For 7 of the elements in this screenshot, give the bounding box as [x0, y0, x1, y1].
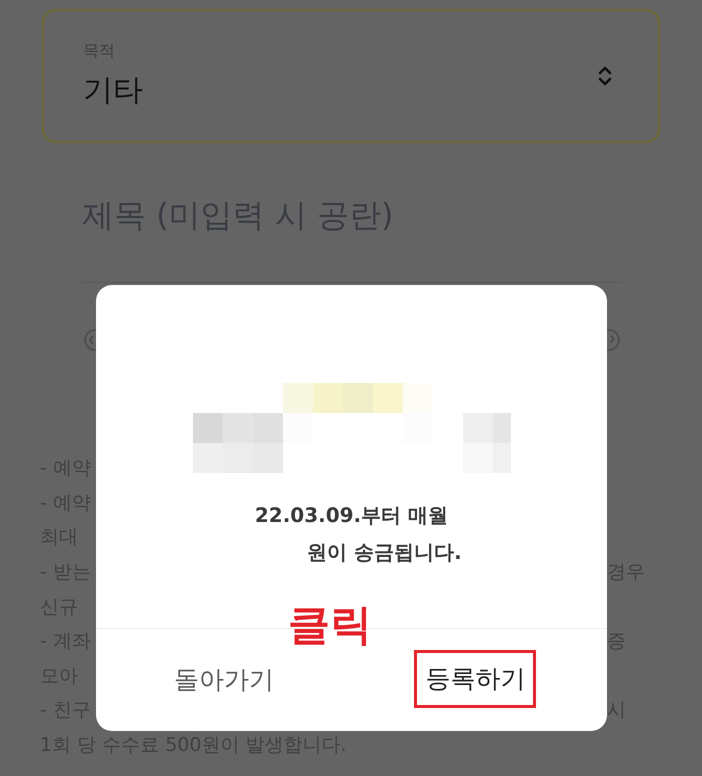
message-text: 원이 송금됩니다.	[307, 539, 462, 566]
back-button[interactable]: 돌아가기	[170, 654, 278, 706]
chevron-up-down-icon	[598, 66, 612, 86]
annotation-text: 클릭	[288, 602, 372, 648]
register-button[interactable]: 등록하기	[421, 652, 530, 706]
selected-value: 기타	[83, 72, 143, 110]
message-text: 22.03.09.부터 매월	[254, 502, 448, 529]
